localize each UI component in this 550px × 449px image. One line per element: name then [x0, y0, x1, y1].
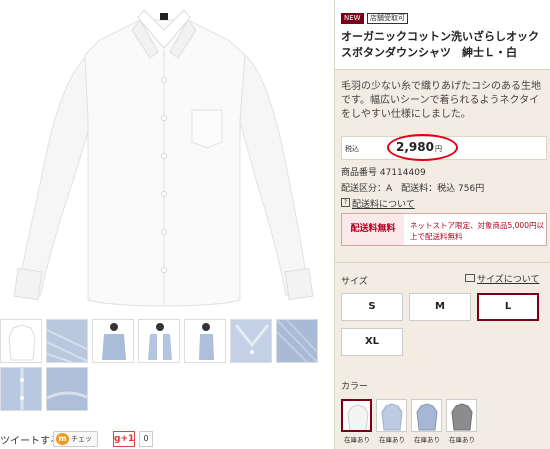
stock-status: 在庫あり — [379, 436, 405, 444]
main-product-image[interactable] — [0, 0, 328, 318]
check-button[interactable]: m チェック — [53, 431, 98, 447]
size-guide-icon — [465, 274, 475, 282]
product-info-panel: NEW 店舗受取可 オーガニックコットン洗いざらしオックスボタンダウンシャツ 紳… — [334, 0, 550, 449]
check-label: チェック — [71, 435, 92, 443]
product-number: 商品番号 47114409 — [341, 168, 426, 178]
white-shirt-image — [13, 9, 314, 307]
size-guide-link[interactable]: サイズについて — [465, 272, 539, 285]
size-option-l[interactable]: L — [477, 293, 539, 321]
store-pickup-badge: 店舗受取可 — [367, 13, 408, 24]
price-box: 税込 2,980円 — [341, 134, 547, 161]
free-shipping-box: 配送料無料 ネットストア限定、対象商品5,000円以上で配送料無料 — [341, 213, 547, 246]
color-swatch-white[interactable] — [341, 399, 372, 432]
thumbnail-white-shirt[interactable] — [0, 319, 42, 363]
thumbnail-fabric-texture[interactable] — [276, 319, 318, 363]
size-guide-label: サイズについて — [477, 275, 540, 285]
color-label: カラー — [341, 382, 369, 392]
size-option-xl[interactable]: XL — [341, 328, 403, 356]
section-divider — [335, 262, 550, 263]
size-label: サイズ — [341, 277, 368, 287]
thumbnail-fabric-closeup[interactable] — [46, 319, 88, 363]
thumbnail-hem-detail[interactable] — [46, 367, 88, 411]
thumbnail-model-front[interactable] — [92, 319, 134, 363]
color-swatch-blue[interactable] — [411, 399, 442, 432]
google-plus-button[interactable]: g+1 — [113, 431, 135, 447]
shipping-fee-link[interactable]: ? 配送料について — [341, 197, 415, 210]
price-highlight-circle — [387, 134, 458, 161]
free-shipping-note: ネットストア限定、対象商品5,000円以上で配送料無料 — [410, 221, 544, 241]
product-description: 毛羽の少ない糸で織りあげたコシのある生地です。幅広いシーンで着られるようネクタイ… — [341, 81, 541, 120]
color-swatch-gray[interactable] — [446, 399, 477, 432]
tax-label: 税込 — [345, 145, 359, 153]
new-badge: NEW — [341, 13, 364, 24]
social-share-bar: ツイートする m チェック g+1 0 — [0, 429, 328, 449]
thumbnail-buttons-detail[interactable] — [0, 367, 42, 411]
thumbnail-collar-detail[interactable] — [230, 319, 272, 363]
free-shipping-label: 配送料無料 — [342, 214, 404, 245]
stock-status: 在庫あり — [449, 436, 475, 444]
google-plus-count: 0 — [139, 431, 153, 447]
size-option-m[interactable]: M — [409, 293, 471, 321]
color-swatch-light-blue[interactable] — [376, 399, 407, 432]
stock-status: 在庫あり — [344, 436, 370, 444]
thumbnail-model-open[interactable] — [138, 319, 180, 363]
mixi-check-icon: m — [56, 433, 69, 445]
size-option-s[interactable]: S — [341, 293, 403, 321]
shipping-fee-link-label: 配送料について — [352, 200, 415, 210]
product-title-box: NEW 店舗受取可 オーガニックコットン洗いざらしオックスボタンダウンシャツ 紳… — [335, 0, 550, 70]
thumbnail-model-side[interactable] — [184, 319, 226, 363]
product-title: オーガニックコットン洗いざらしオックスボタンダウンシャツ 紳士Ｌ・白 — [341, 30, 539, 59]
tweet-link[interactable]: ツイートする — [0, 432, 60, 447]
shipping-info: 配送区分：A 配送料：税込 756円 — [341, 184, 485, 194]
stock-status: 在庫あり — [414, 436, 440, 444]
help-icon: ? — [341, 198, 350, 207]
